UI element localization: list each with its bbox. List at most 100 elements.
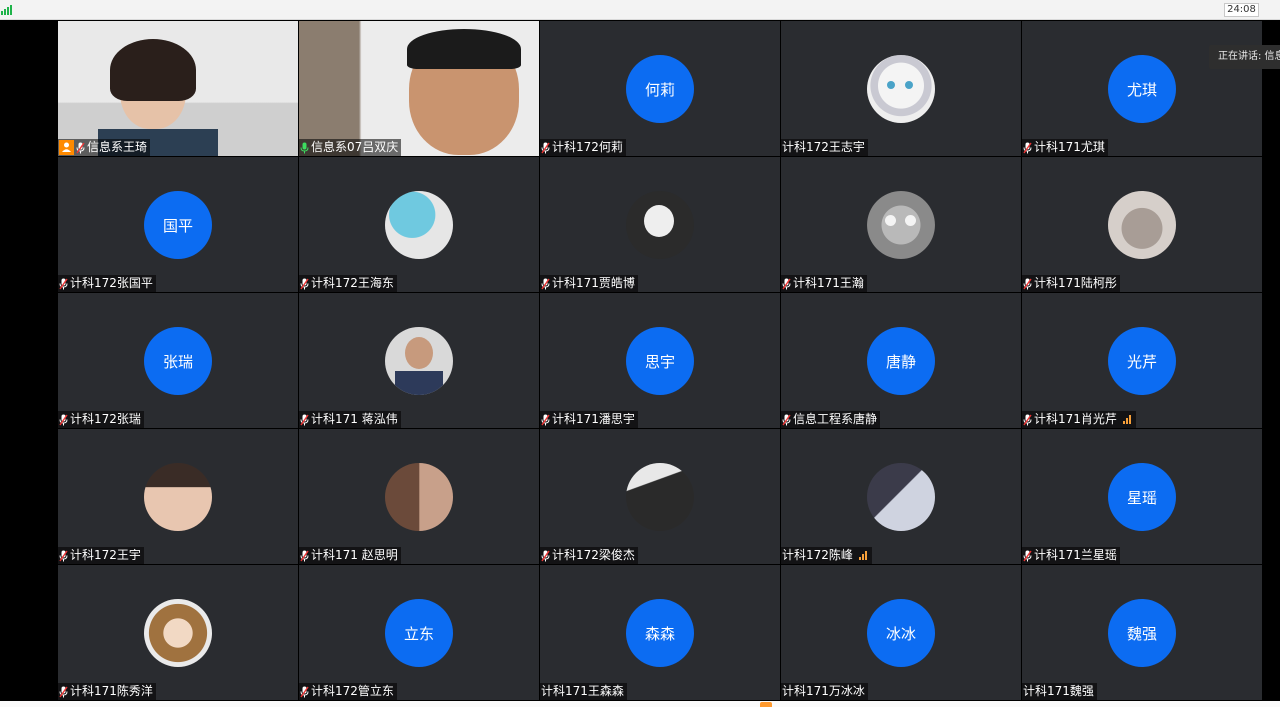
participant-tile[interactable]: 国平 计科172张国平 xyxy=(58,157,298,292)
participant-name-label: 计科172王宇 xyxy=(58,547,144,564)
participant-name-label: 计科172王志宇 xyxy=(781,139,868,156)
mic-muted-icon xyxy=(541,142,550,154)
dark-portrait-avatar xyxy=(626,463,694,531)
participant-name-label: 计科171尤琪 xyxy=(1022,139,1108,156)
participant-avatar: 立东 xyxy=(385,599,453,667)
chibi-sketch-avatar xyxy=(626,191,694,259)
participant-name-label: 计科171王瀚 xyxy=(781,275,867,292)
host-icon xyxy=(59,140,74,155)
participant-name-label: 信息系07吕双庆 xyxy=(299,139,402,156)
mic-on-icon xyxy=(300,142,309,154)
participant-avatar: 光芹 xyxy=(1108,327,1176,395)
participant-name-label: 计科171万冰冰 xyxy=(781,683,868,700)
participant-tile[interactable]: 唐静 信息工程系唐静 xyxy=(781,293,1021,428)
participant-tile[interactable]: 思宇计科171潘思宇 xyxy=(540,293,780,428)
participant-tile[interactable]: 计科172梁俊杰 xyxy=(540,429,780,564)
participant-name: 计科172管立东 xyxy=(311,684,394,698)
participant-tile[interactable]: 光芹 计科171肖光芹 xyxy=(1022,293,1262,428)
participant-tile[interactable]: 计科171王瀚 xyxy=(781,157,1021,292)
network-signal-icon xyxy=(1,5,13,15)
participant-video xyxy=(299,21,539,156)
participant-name: 计科171贾皓博 xyxy=(552,276,635,290)
participant-name-label: 计科171兰星瑶 xyxy=(1022,547,1120,564)
participant-name: 计科172王海东 xyxy=(311,276,394,290)
mic-muted-icon xyxy=(300,550,309,562)
participant-tile[interactable]: 星瑶计科171兰星瑶 xyxy=(1022,429,1262,564)
participant-tile[interactable]: 森森计科171王森森 xyxy=(540,565,780,700)
participant-tile[interactable]: 信息系王琦 xyxy=(58,21,298,156)
mic-muted-icon xyxy=(300,414,309,426)
participant-avatar: 星瑶 xyxy=(1108,463,1176,531)
participant-name-label: 计科171王森森 xyxy=(540,683,627,700)
anime-girl-avatar xyxy=(144,599,212,667)
participant-name: 信息系07吕双庆 xyxy=(311,140,399,154)
participant-tile[interactable]: 计科172王宇 xyxy=(58,429,298,564)
participant-avatar: 森森 xyxy=(626,599,694,667)
participant-tile[interactable]: 计科171 蒋泓伟 xyxy=(299,293,539,428)
mic-muted-icon xyxy=(782,414,791,426)
participant-tile[interactable]: 计科172陈峰 xyxy=(781,429,1021,564)
participant-tile[interactable]: 何莉 计科172何莉 xyxy=(540,21,780,156)
participant-name-label: 计科171 蒋泓伟 xyxy=(299,411,401,428)
participant-name-label: 信息系王琦 xyxy=(58,139,151,156)
participant-name-label: 计科171陆柯彤 xyxy=(1022,275,1120,292)
participant-name: 信息系王琦 xyxy=(87,140,148,154)
participant-avatar: 冰冰 xyxy=(867,599,935,667)
participant-tile[interactable]: 立东计科172管立东 xyxy=(299,565,539,700)
participant-name-label: 计科172管立东 xyxy=(299,683,397,700)
participant-name: 计科171兰星瑶 xyxy=(1034,548,1117,562)
participant-name: 计科172张瑞 xyxy=(70,412,141,426)
selfie-avatar xyxy=(144,463,212,531)
participant-name: 计科171王森森 xyxy=(541,684,624,698)
participant-tile[interactable]: 计科171陆柯彤 xyxy=(1022,157,1262,292)
mic-muted-icon xyxy=(300,686,309,698)
mic-muted-icon xyxy=(1023,414,1032,426)
toolbar-handle[interactable] xyxy=(760,702,772,707)
participant-name-label: 计科171陈秀洋 xyxy=(58,683,156,700)
mic-muted-icon xyxy=(782,278,791,290)
participant-name: 计科171尤琪 xyxy=(1034,140,1105,154)
participant-name: 计科171潘思宇 xyxy=(552,412,635,426)
participant-avatar: 魏强 xyxy=(1108,599,1176,667)
participant-name-label: 计科171魏强 xyxy=(1022,683,1097,700)
participant-name: 计科172梁俊杰 xyxy=(552,548,635,562)
anime-dark-avatar xyxy=(867,463,935,531)
participant-name: 计科171 赵思明 xyxy=(311,548,398,562)
participant-name: 计科172张国平 xyxy=(70,276,153,290)
participant-name: 计科171王瀚 xyxy=(793,276,864,290)
participant-avatar: 思宇 xyxy=(626,327,694,395)
speaking-indicator: 正在讲话: 信息系 xyxy=(1209,45,1280,69)
participant-name-label: 计科171 赵思明 xyxy=(299,547,401,564)
participant-tile[interactable]: 计科172王志宇 xyxy=(781,21,1021,156)
mic-muted-icon xyxy=(1023,550,1032,562)
signal-bars-icon xyxy=(1122,415,1133,424)
participant-name-label: 信息工程系唐静 xyxy=(781,411,881,428)
top-bar: 24:08 xyxy=(0,0,1280,20)
gray-cat-avatar xyxy=(867,191,935,259)
participant-tile[interactable]: 尤琪 计科171尤琪 xyxy=(1022,21,1262,156)
participant-video xyxy=(58,21,298,156)
participant-name: 计科171万冰冰 xyxy=(782,684,865,698)
participant-tile[interactable]: 计科171 赵思明 xyxy=(299,429,539,564)
participant-name: 信息工程系唐静 xyxy=(793,412,878,426)
mic-muted-icon xyxy=(59,686,68,698)
sleeping-cat-avatar xyxy=(1108,191,1176,259)
participant-tile[interactable]: 计科171贾皓博 xyxy=(540,157,780,292)
meeting-timer: 24:08 xyxy=(1224,3,1259,17)
participant-tile[interactable]: 计科172王海东 xyxy=(299,157,539,292)
participant-name: 计科171陆柯彤 xyxy=(1034,276,1117,290)
penguin-mask-avatar xyxy=(385,191,453,259)
participant-grid: 信息系王琦 信息系07吕双庆 何莉 计科172何莉 计科172王志宇 尤琪 计科171尤琪国… xyxy=(58,21,1265,701)
mic-muted-icon xyxy=(1023,142,1032,154)
participant-tile[interactable]: 张瑞 计科172张瑞 xyxy=(58,293,298,428)
participant-tile[interactable]: 魏强计科171魏强 xyxy=(1022,565,1262,700)
participant-name: 计科171魏强 xyxy=(1023,684,1094,698)
participant-tile[interactable]: 冰冰计科171万冰冰 xyxy=(781,565,1021,700)
participant-name-label: 计科172王海东 xyxy=(299,275,397,292)
participant-name: 计科171 蒋泓伟 xyxy=(311,412,398,426)
mic-muted-icon xyxy=(59,550,68,562)
participant-name-label: 计科172陈峰 xyxy=(781,547,872,564)
participant-tile[interactable]: 信息系07吕双庆 xyxy=(299,21,539,156)
participant-name-label: 计科171潘思宇 xyxy=(540,411,638,428)
participant-tile[interactable]: 计科171陈秀洋 xyxy=(58,565,298,700)
